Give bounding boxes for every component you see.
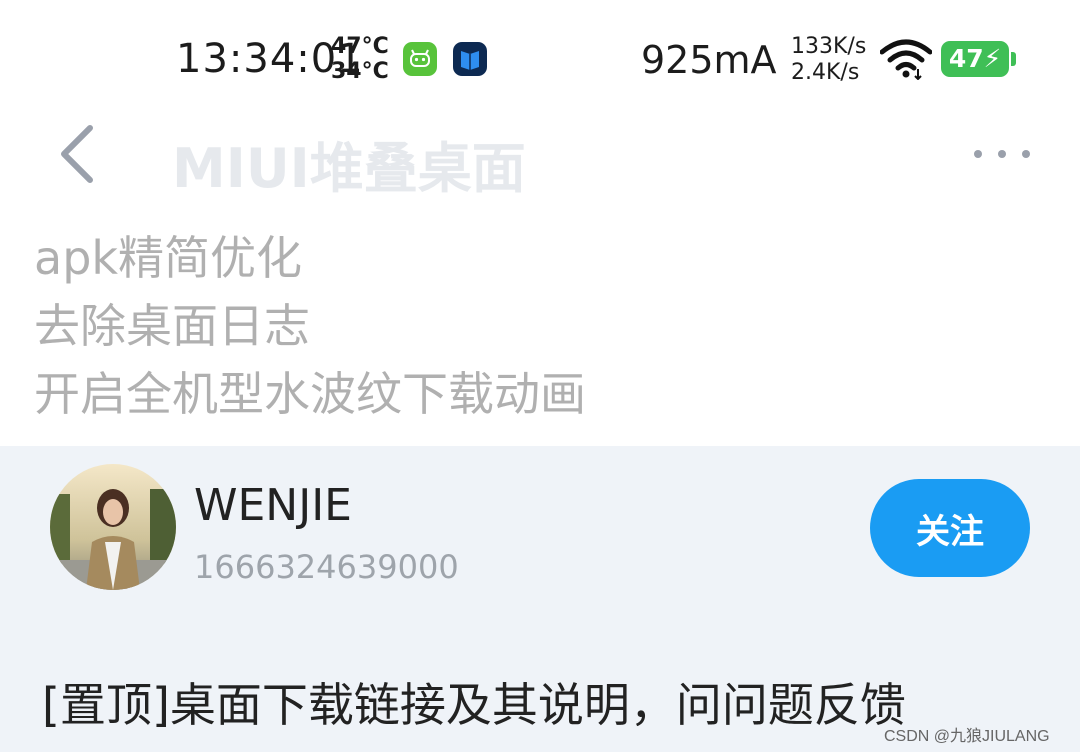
cpu-temperature: 47°C [331,34,389,59]
book-app-icon [453,42,487,76]
android-robot-icon [403,42,437,76]
page-title: MIUI堆叠桌面 [172,137,526,200]
download-speed: 2.4K/s [791,60,860,85]
status-bar: 13:34:01 47°C 34°C 925mA 133K/s 2.4K/s 4… [0,0,1080,110]
charging-current: 925mA [641,38,777,82]
watermark: CSDN @九狼JIULANG [884,728,1050,745]
username[interactable]: WENJIE [194,480,352,531]
wifi-icon [879,38,933,81]
battery-tip [1011,52,1016,66]
more-dots-icon[interactable] [966,142,1036,166]
avatar[interactable] [50,464,176,590]
post-card: WENJIE 1666324639000 关注 [置顶]桌面下载链接及其说明，问… [0,446,1080,752]
description-line: 开启全机型水波纹下载动画 [34,367,586,421]
temperature-readout: 47°C 34°C [331,34,389,84]
follow-button[interactable]: 关注 [870,479,1030,577]
upload-speed: 133K/s [791,34,867,59]
charging-bolt-icon: ⚡ [983,44,1002,73]
network-speed: 133K/s 2.4K/s [791,34,866,86]
description-line: apk精简优化 [34,231,303,285]
battery-temperature: 34°C [331,59,389,84]
chevron-left-icon[interactable] [56,122,100,186]
description-block: apk精简优化 去除桌面日志 开启全机型水波纹下载动画 [34,224,586,428]
battery-icon: 47⚡ [941,41,1009,77]
description-line: 去除桌面日志 [34,299,310,353]
post-timestamp: 1666324639000 [194,548,459,586]
battery-level: 47 [948,44,984,73]
